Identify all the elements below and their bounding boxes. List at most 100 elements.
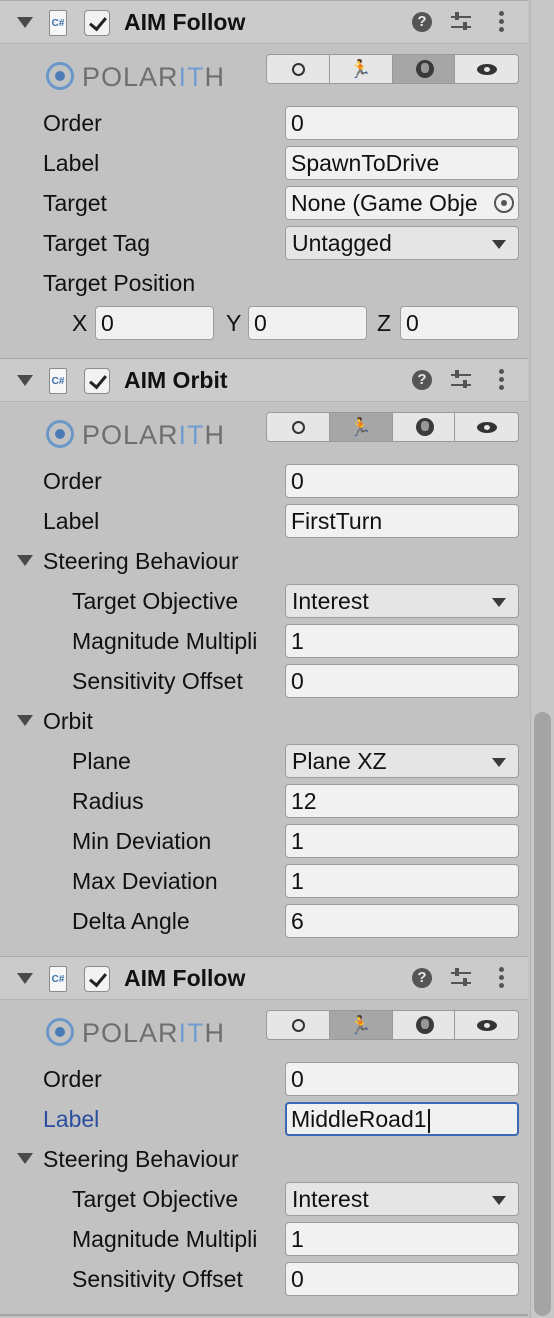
dropdown-arrow-icon <box>492 240 506 249</box>
help-icon[interactable]: ? <box>412 370 432 390</box>
inspector-scrollbar-thumb[interactable] <box>534 712 551 1316</box>
target-position-label: Target Position <box>43 270 196 296</box>
component-menu-icon[interactable] <box>499 11 505 33</box>
component-body-aim-follow-2: POLARITH 🏃 Order 0 Label MiddleRoad1 Ste… <box>0 1000 528 1318</box>
component-title: AIM Follow <box>124 965 246 991</box>
circle-icon <box>292 63 305 76</box>
mode-button-eye[interactable] <box>455 413 518 441</box>
component-header-aim-orbit[interactable]: C# AIM Orbit ? <box>0 358 528 402</box>
order-label: Order <box>43 110 102 136</box>
component-enabled-checkbox[interactable] <box>84 368 110 394</box>
mode-button-globe[interactable] <box>392 413 456 441</box>
eye-icon <box>477 422 498 433</box>
label-label: Label <box>43 1106 100 1132</box>
component-divider <box>0 1314 528 1316</box>
label-label: Label <box>43 508 100 534</box>
magnitude-multiplier-field[interactable]: 1 <box>285 1222 519 1256</box>
label-label: Label <box>43 150 100 176</box>
component-enabled-checkbox[interactable] <box>84 966 110 992</box>
mode-button-eye[interactable] <box>455 1011 518 1039</box>
view-mode-buttons[interactable]: 🏃 <box>266 412 519 442</box>
order-field[interactable]: 0 <box>285 1062 519 1096</box>
target-tag-label: Target Tag <box>43 230 150 256</box>
view-mode-buttons[interactable]: 🏃 <box>266 1010 519 1040</box>
component-title: AIM Follow <box>124 9 246 35</box>
component-menu-icon[interactable] <box>499 369 505 391</box>
text-caret <box>427 1108 430 1133</box>
steering-foldout-arrow-icon[interactable] <box>17 555 33 566</box>
order-label: Order <box>43 468 102 494</box>
magnitude-multiplier-label: Magnitude Multipli <box>72 628 258 654</box>
mode-button-globe[interactable] <box>392 1011 456 1039</box>
dropdown-arrow-icon <box>492 758 506 767</box>
eye-icon <box>477 64 498 75</box>
foldout-arrow-icon[interactable] <box>17 17 33 28</box>
label-field[interactable]: SpawnToDrive <box>285 146 519 180</box>
component-body-aim-orbit: POLARITH 🏃 Order 0 Label FirstTurn Steer… <box>0 402 528 954</box>
plane-label: Plane <box>72 748 131 774</box>
dropdown-arrow-icon <box>492 1196 506 1205</box>
max-deviation-field[interactable]: 1 <box>285 864 519 898</box>
mode-button-run[interactable]: 🏃 <box>329 55 393 83</box>
sensitivity-offset-field[interactable]: 0 <box>285 664 519 698</box>
position-z-field[interactable]: 0 <box>400 306 519 340</box>
position-y-label[interactable]: Y <box>226 310 241 337</box>
presets-sliders-icon[interactable] <box>451 968 471 988</box>
steering-behaviour-header[interactable]: Steering Behaviour <box>43 1146 239 1173</box>
mode-button-run[interactable]: 🏃 <box>329 413 393 441</box>
steering-foldout-arrow-icon[interactable] <box>17 1153 33 1164</box>
mode-button-circle[interactable] <box>267 413 330 441</box>
delta-angle-field[interactable]: 6 <box>285 904 519 938</box>
component-header-aim-follow-2[interactable]: C# AIM Follow ? <box>0 956 528 1000</box>
position-x-label[interactable]: X <box>72 310 87 337</box>
orbit-header[interactable]: Orbit <box>43 708 93 735</box>
plane-dropdown[interactable]: Plane XZ <box>285 744 519 778</box>
label-field-focused[interactable]: MiddleRoad1 <box>285 1102 519 1136</box>
position-y-field[interactable]: 0 <box>248 306 367 340</box>
globe-icon <box>415 418 434 436</box>
circle-icon <box>292 421 305 434</box>
foldout-arrow-icon[interactable] <box>17 375 33 386</box>
orbit-foldout-arrow-icon[interactable] <box>17 715 33 726</box>
min-deviation-field[interactable]: 1 <box>285 824 519 858</box>
position-x-field[interactable]: 0 <box>95 306 214 340</box>
globe-icon <box>415 1016 434 1034</box>
mode-button-run[interactable]: 🏃 <box>329 1011 393 1039</box>
max-deviation-label: Max Deviation <box>72 868 218 894</box>
mode-button-circle[interactable] <box>267 1011 330 1039</box>
help-icon[interactable]: ? <box>412 968 432 988</box>
mode-button-globe[interactable] <box>392 55 456 83</box>
label-field[interactable]: FirstTurn <box>285 504 519 538</box>
component-body-aim-follow-1: POLARITH 🏃 Order 0 Label SpawnToDrive Ta… <box>0 44 528 358</box>
component-menu-icon[interactable] <box>499 967 505 989</box>
presets-sliders-icon[interactable] <box>451 370 471 390</box>
view-mode-buttons[interactable]: 🏃 <box>266 54 519 84</box>
mode-button-circle[interactable] <box>267 55 330 83</box>
position-z-label[interactable]: Z <box>377 310 391 337</box>
component-header-aim-follow-1[interactable]: C# AIM Follow ? <box>0 0 528 44</box>
magnitude-multiplier-field[interactable]: 1 <box>285 624 519 658</box>
radius-label: Radius <box>72 788 144 814</box>
radius-field[interactable]: 12 <box>285 784 519 818</box>
sensitivity-offset-label: Sensitivity Offset <box>72 1266 243 1292</box>
mode-button-eye[interactable] <box>455 55 518 83</box>
polarith-logo-icon <box>46 1018 74 1046</box>
target-object-field[interactable]: None (Game Obje <box>285 186 519 220</box>
order-label: Order <box>43 1066 102 1092</box>
circle-icon <box>292 1019 305 1032</box>
foldout-arrow-icon[interactable] <box>17 973 33 984</box>
order-field[interactable]: 0 <box>285 464 519 498</box>
target-objective-dropdown[interactable]: Interest <box>285 1182 519 1216</box>
help-icon[interactable]: ? <box>412 12 432 32</box>
target-tag-dropdown[interactable]: Untagged <box>285 226 519 260</box>
min-deviation-label: Min Deviation <box>72 828 212 854</box>
presets-sliders-icon[interactable] <box>451 12 471 32</box>
component-enabled-checkbox[interactable] <box>84 10 110 36</box>
run-icon: 🏃 <box>349 59 372 79</box>
target-objective-dropdown[interactable]: Interest <box>285 584 519 618</box>
sensitivity-offset-field[interactable]: 0 <box>285 1262 519 1296</box>
steering-behaviour-header[interactable]: Steering Behaviour <box>43 548 239 575</box>
object-picker-icon[interactable] <box>494 193 514 213</box>
csharp-script-icon: C# <box>49 368 67 394</box>
order-field[interactable]: 0 <box>285 106 519 140</box>
